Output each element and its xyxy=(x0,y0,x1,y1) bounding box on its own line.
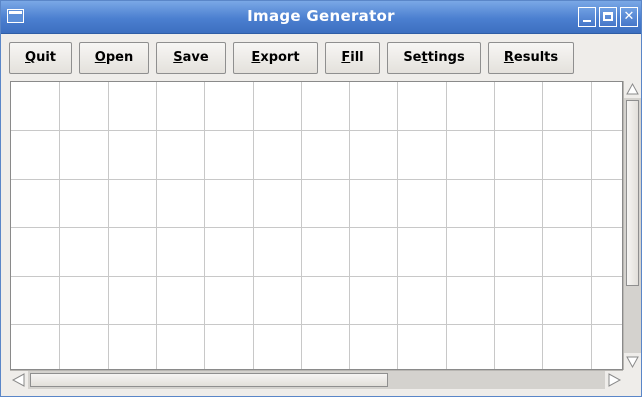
title-bar[interactable]: Image Generator ✕ xyxy=(1,1,641,34)
toolbar: Quit Open Save Export Fill Settings Resu… xyxy=(1,34,641,80)
vertical-scrollbar[interactable] xyxy=(623,81,641,370)
fill-button[interactable]: Fill xyxy=(325,42,380,74)
status-strip xyxy=(1,389,641,396)
scrollbar-corner xyxy=(623,370,641,389)
results-button-label: Results xyxy=(503,50,559,65)
save-button[interactable]: Save xyxy=(156,42,226,74)
settings-button-label: Settings xyxy=(403,50,465,65)
results-button[interactable]: Results xyxy=(488,42,574,74)
settings-button[interactable]: Settings xyxy=(387,42,481,74)
arrow-up-icon[interactable] xyxy=(624,81,641,98)
window-title: Image Generator xyxy=(247,7,395,25)
fill-button-label: Fill xyxy=(341,50,364,65)
horizontal-scrollbar[interactable] xyxy=(10,370,623,389)
export-button[interactable]: Export xyxy=(233,42,318,74)
save-button-label: Save xyxy=(173,50,209,65)
arrow-left-icon[interactable] xyxy=(10,371,28,389)
minimize-icon[interactable] xyxy=(578,7,596,27)
arrow-right-icon[interactable] xyxy=(605,371,623,389)
open-button[interactable]: Open xyxy=(79,42,149,74)
horizontal-scroll-thumb[interactable] xyxy=(30,373,388,387)
export-button-label: Export xyxy=(251,50,300,65)
app-window: Image Generator ✕ Quit Open Save Export … xyxy=(0,0,642,397)
open-button-label: Open xyxy=(94,50,134,65)
quit-button[interactable]: Quit xyxy=(9,42,72,74)
arrow-down-icon[interactable] xyxy=(624,353,641,370)
quit-button-label: Quit xyxy=(25,50,56,65)
close-icon[interactable]: ✕ xyxy=(620,7,638,27)
maximize-icon[interactable] xyxy=(599,7,617,27)
vertical-scroll-thumb[interactable] xyxy=(626,100,639,286)
image-canvas[interactable] xyxy=(10,81,623,370)
canvas-grid xyxy=(11,82,622,369)
